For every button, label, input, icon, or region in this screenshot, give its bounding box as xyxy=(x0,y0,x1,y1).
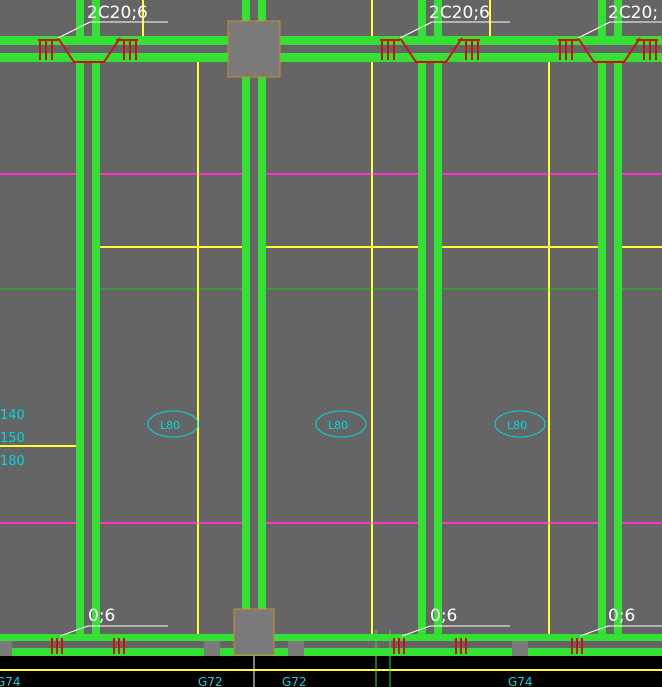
top-rebar-label-1: 2C20;6 xyxy=(87,3,148,23)
bottom-band xyxy=(0,656,662,670)
bottom-rebar-label-2: 0;6 xyxy=(430,606,457,626)
axis-label-2: G72 xyxy=(198,675,223,687)
axis-label-3: G72 xyxy=(282,675,307,687)
structural-plan-drawing: 2C20;6 2C20;6 2C20; 0;6 0;6 0;6 L80 L80 … xyxy=(0,0,662,687)
bottom-rebar-label-1: 0;6 xyxy=(88,606,115,626)
left-note-1: 140 xyxy=(0,408,25,423)
top-rebar-label-2: 2C20;6 xyxy=(429,3,490,23)
cad-drawing-canvas: 2C20;6 2C20;6 2C20; 0;6 0;6 0;6 L80 L80 … xyxy=(0,0,662,687)
left-note-2: 150 xyxy=(0,431,25,446)
slab-label-2: L80 xyxy=(328,419,348,432)
axis-band xyxy=(0,671,662,687)
axis-label-1: G74 xyxy=(0,675,21,687)
top-rebar-label-3: 2C20; xyxy=(608,3,658,23)
slab-label-1: L80 xyxy=(160,419,180,432)
slab-label-3: L80 xyxy=(507,419,527,432)
axis-label-4: G74 xyxy=(508,675,533,687)
left-note-3: 180 xyxy=(0,454,25,469)
bottom-rebar-label-3: 0;6 xyxy=(608,606,635,626)
